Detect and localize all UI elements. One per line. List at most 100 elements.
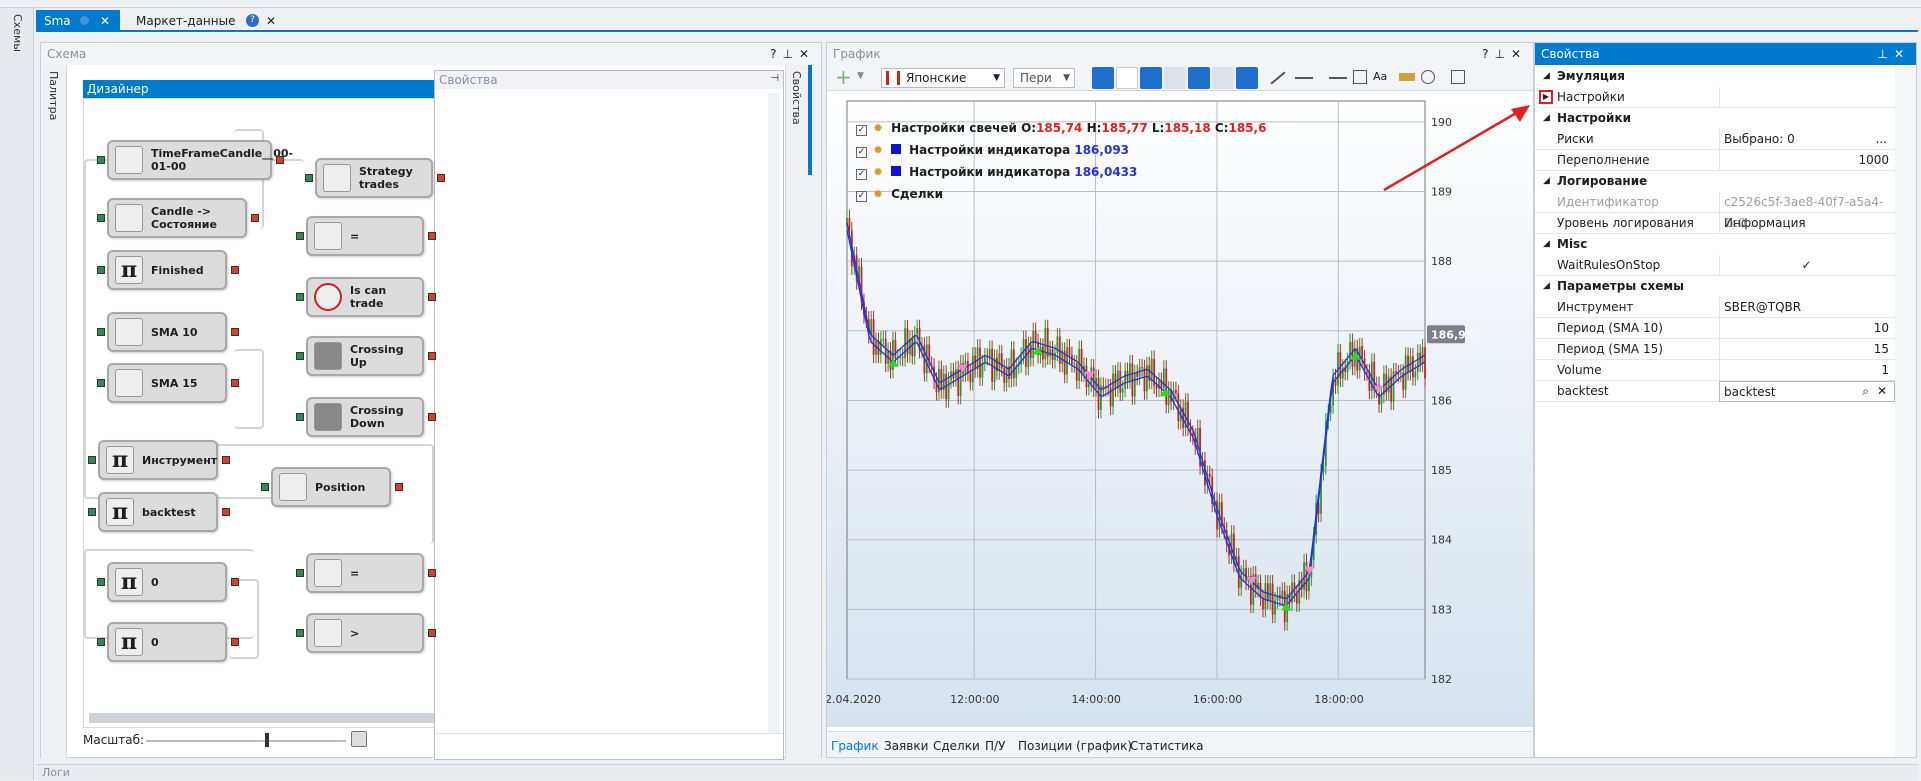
comment-icon[interactable] xyxy=(1212,67,1234,89)
updown-arrows-icon[interactable] xyxy=(1116,67,1138,89)
help-icon[interactable]: ? xyxy=(246,14,259,27)
designer-hscrollbar[interactable] xyxy=(89,713,479,723)
property-category[interactable]: ◢ Эмуляция xyxy=(1535,66,1895,87)
hline-tool-icon[interactable] xyxy=(1329,77,1347,79)
property-row[interactable]: Риски Выбрано: 0... xyxy=(1535,129,1895,150)
expand-settings-icon[interactable]: ▶ xyxy=(1539,90,1553,104)
search-icon[interactable]: ⌕ xyxy=(1862,381,1869,402)
input-port[interactable] xyxy=(88,456,96,464)
gear-icon[interactable]: ✹ xyxy=(873,165,883,179)
property-row[interactable]: Инструмент SBER@TQBR xyxy=(1535,297,1895,318)
clear-icon[interactable]: ✕ xyxy=(1877,381,1887,402)
chart-style-select[interactable]: Японские ▼ xyxy=(881,68,1005,88)
node-crossUp[interactable]: Crossing Up xyxy=(296,336,436,376)
property-category[interactable]: ◢ Логирование xyxy=(1535,171,1895,192)
schemes-side-tab[interactable]: Схемы xyxy=(11,14,24,52)
chart-tab[interactable]: П/У xyxy=(985,739,1005,753)
output-port[interactable] xyxy=(437,174,445,182)
property-category[interactable]: ◢ Настройки xyxy=(1535,108,1895,129)
node-eq2[interactable]: = xyxy=(296,553,436,593)
autoscroll-icon[interactable] xyxy=(1092,67,1114,89)
fit-icon[interactable] xyxy=(351,731,367,747)
period-select[interactable]: Пери ▼ xyxy=(1013,68,1075,88)
property-row[interactable]: Уровень логирования Информация xyxy=(1535,213,1895,234)
property-row[interactable]: Период (SMA 15) 15 xyxy=(1535,339,1895,360)
legend-checkbox[interactable]: ✓ xyxy=(856,169,867,180)
legend-list-icon[interactable] xyxy=(1140,67,1162,89)
node-instr[interactable]: π Инструмент xyxy=(88,440,230,480)
pin-icon[interactable]: ⊥ xyxy=(1494,47,1510,61)
node-eq1[interactable]: = xyxy=(296,216,436,256)
legend-row[interactable]: ✓ ✹ Настройки индикатора 186,0433 xyxy=(856,165,1137,180)
property-row[interactable]: Идентификатор c2526c5f-3ae8-40f7-a5a4-1c0… xyxy=(1535,192,1895,230)
chart-tab[interactable]: Сделки xyxy=(933,739,980,753)
properties-side-tab[interactable]: Свойства xyxy=(790,71,803,125)
input-port[interactable] xyxy=(97,214,105,222)
gauge-icon[interactable] xyxy=(1421,70,1435,84)
property-row[interactable]: Период (SMA 10) 10 xyxy=(1535,318,1895,339)
collapse-icon[interactable]: ◢ xyxy=(1543,234,1550,255)
input-port[interactable] xyxy=(97,638,105,646)
output-port[interactable] xyxy=(222,456,230,464)
output-port[interactable] xyxy=(428,413,436,421)
node-canTrade[interactable]: Is can trade xyxy=(296,277,436,317)
export-icon[interactable] xyxy=(1451,70,1465,84)
output-port[interactable] xyxy=(251,214,259,222)
close-icon[interactable]: ✕ xyxy=(100,10,110,32)
chart-tab[interactable]: График xyxy=(831,739,879,753)
close-icon[interactable]: ✕ xyxy=(266,10,276,32)
close-icon[interactable]: ✕ xyxy=(1894,47,1910,61)
crosshair-icon[interactable] xyxy=(1188,67,1210,89)
output-port[interactable] xyxy=(395,483,403,491)
input-port[interactable] xyxy=(296,569,304,577)
tab-market-data[interactable]: Маркет-данные ? ✕ xyxy=(128,10,288,32)
arrow-tool-icon[interactable] xyxy=(1295,77,1313,79)
input-port[interactable] xyxy=(97,328,105,336)
node-backtest[interactable]: π backtest xyxy=(88,492,230,532)
output-port[interactable] xyxy=(428,352,436,360)
scale-slider-thumb[interactable] xyxy=(265,733,269,747)
chart-tab[interactable]: Позиции (график) xyxy=(1018,739,1132,753)
pin-icon[interactable]: ⊥ xyxy=(782,47,798,61)
area-icon[interactable] xyxy=(1164,67,1186,89)
help-icon[interactable]: ? xyxy=(770,47,782,61)
property-category[interactable]: ◢ Параметры схемы xyxy=(1535,276,1895,297)
input-port[interactable] xyxy=(296,352,304,360)
legend-row[interactable]: ✓ ✹ Настройки свечей O:185,74 H:185,77 L:1… xyxy=(856,121,1266,136)
pin-icon[interactable]: ⊣ xyxy=(770,73,779,84)
popup-vscrollbar[interactable] xyxy=(768,93,780,733)
collapse-icon[interactable]: ◢ xyxy=(1543,276,1550,297)
input-port[interactable] xyxy=(97,578,105,586)
node-gt[interactable]: > xyxy=(296,613,436,653)
pin-icon[interactable]: ⊥ xyxy=(1877,47,1893,61)
rect-tool-icon[interactable] xyxy=(1353,70,1367,84)
chart-tab[interactable]: Заявки xyxy=(884,739,928,753)
node-position[interactable]: Position xyxy=(261,467,403,507)
text-tool-icon[interactable]: Aa xyxy=(1373,70,1387,83)
add-icon[interactable]: + xyxy=(835,65,852,89)
node-crossDown[interactable]: Crossing Down xyxy=(296,397,436,437)
more-button[interactable]: ... xyxy=(1876,129,1887,150)
legend-checkbox[interactable]: ✓ xyxy=(856,191,867,202)
output-port[interactable] xyxy=(428,232,436,240)
output-port[interactable] xyxy=(231,638,239,646)
input-port[interactable] xyxy=(296,629,304,637)
gear-icon[interactable]: ✹ xyxy=(873,121,883,135)
node-strat[interactable]: Strategy trades xyxy=(305,158,445,198)
collapse-icon[interactable]: ◢ xyxy=(1543,66,1550,87)
gear-icon[interactable]: ✹ xyxy=(873,187,883,201)
node-zero1[interactable]: π0 xyxy=(97,562,239,602)
input-port[interactable] xyxy=(296,293,304,301)
input-port[interactable] xyxy=(305,174,313,182)
close-icon[interactable]: ✕ xyxy=(799,47,815,61)
output-port[interactable] xyxy=(231,266,239,274)
collapse-icon[interactable]: ◢ xyxy=(1543,171,1550,192)
property-row[interactable]: Volume 1 xyxy=(1535,360,1895,381)
output-port[interactable] xyxy=(231,328,239,336)
output-port[interactable] xyxy=(276,156,284,164)
tab-sma[interactable]: Sma ✕ xyxy=(36,10,120,32)
line-tool-icon[interactable] xyxy=(1270,71,1286,85)
node-sma15[interactable]: SMA 15 xyxy=(97,363,239,403)
output-port[interactable] xyxy=(428,629,436,637)
node-sma10[interactable]: SMA 10 xyxy=(97,312,239,352)
